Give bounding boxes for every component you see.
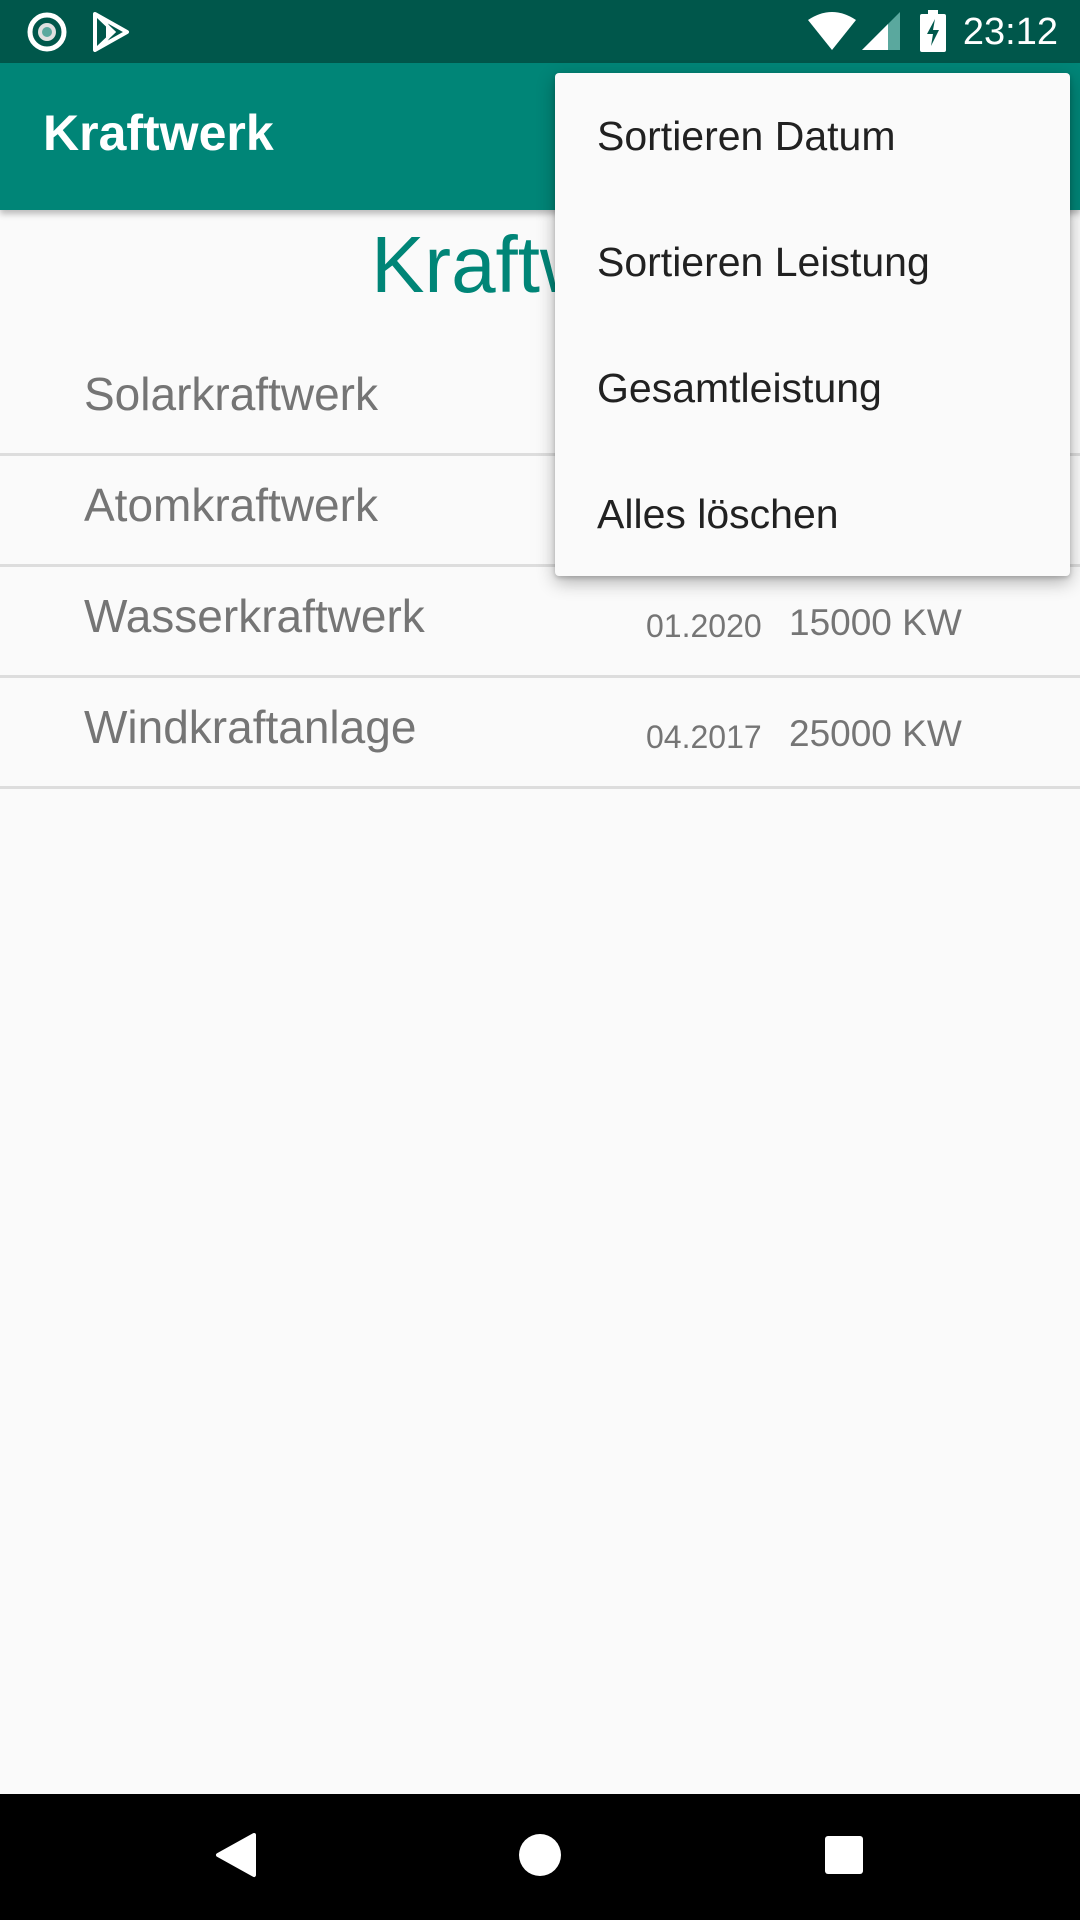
overflow-menu: Sortieren Datum Sortieren Leistung Gesam… (555, 73, 1070, 576)
list-item[interactable]: Windkraftanlage 04.2017 25000 KW (0, 681, 1080, 789)
plant-power: 25000 KW (789, 713, 962, 754)
back-button[interactable] (173, 1794, 299, 1920)
menu-item-total-power[interactable]: Gesamtleistung (555, 325, 1070, 451)
play-store-icon (92, 12, 130, 57)
menu-item-delete-all[interactable]: Alles löschen (555, 451, 1070, 577)
status-bar: 23:12 (0, 0, 1080, 63)
back-icon (214, 1831, 258, 1884)
plant-name: Solarkraftwerk (84, 368, 378, 420)
status-time: 23:12 (962, 11, 1058, 53)
home-button[interactable] (477, 1794, 603, 1920)
plant-name: Wasserkraftwerk (84, 590, 425, 642)
recents-button[interactable] (781, 1794, 907, 1920)
menu-item-sort-power[interactable]: Sortieren Leistung (555, 199, 1070, 325)
battery-charging-icon (920, 10, 946, 57)
app-title: Kraftwerk (43, 105, 274, 161)
circle-notification-icon (26, 11, 68, 58)
list-item[interactable]: Wasserkraftwerk 01.2020 15000 KW (0, 570, 1080, 678)
navigation-bar (0, 1794, 1080, 1920)
plant-date: 01.2020 (646, 608, 762, 644)
plant-name: Atomkraftwerk (84, 479, 378, 531)
cell-signal-icon (862, 12, 900, 55)
recents-icon (824, 1835, 864, 1880)
wifi-icon (808, 12, 856, 55)
plant-date: 04.2017 (646, 719, 762, 755)
home-icon (518, 1833, 562, 1882)
plant-name: Windkraftanlage (84, 701, 417, 753)
menu-item-sort-date[interactable]: Sortieren Datum (555, 73, 1070, 199)
plant-power: 15000 KW (789, 602, 962, 643)
